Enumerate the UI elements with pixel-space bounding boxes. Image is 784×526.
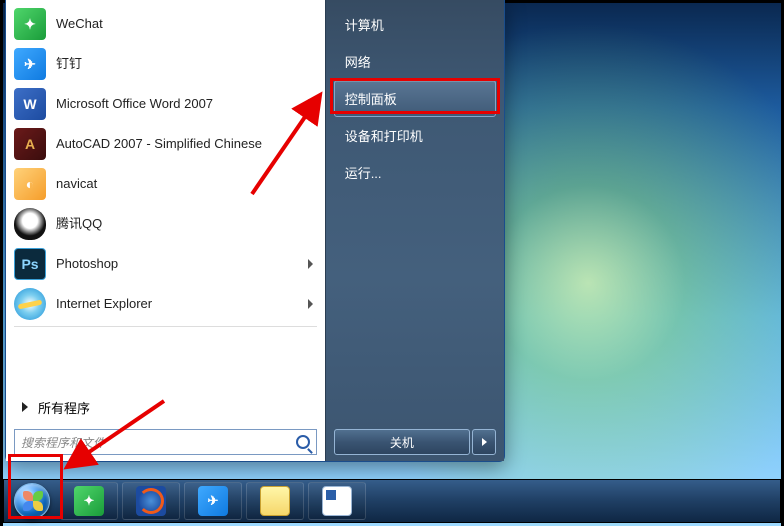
shutdown-button[interactable]: 关机	[334, 429, 470, 455]
program-item-word[interactable]: W Microsoft Office Word 2007	[8, 84, 323, 124]
taskbar-dingtalk[interactable]: ✈	[184, 482, 242, 520]
right-item-label: 运行...	[345, 166, 382, 181]
program-label: Photoshop	[56, 256, 298, 272]
shutdown-label: 关机	[390, 434, 414, 451]
program-label: 钉钉	[56, 56, 317, 72]
program-label: WeChat	[56, 16, 317, 32]
right-item-devices-printers[interactable]: 设备和打印机	[334, 117, 496, 154]
program-label: Microsoft Office Word 2007	[56, 96, 298, 112]
qq-icon	[14, 208, 46, 240]
program-item-photoshop[interactable]: Ps Photoshop	[8, 244, 323, 284]
taskbar-word-doc[interactable]	[308, 482, 366, 520]
program-label: navicat	[56, 176, 317, 192]
wechat-icon: ✦	[74, 486, 104, 516]
word-icon: W	[14, 88, 46, 120]
photoshop-icon: Ps	[14, 248, 46, 280]
start-button[interactable]	[8, 481, 56, 521]
right-item-label: 控制面板	[345, 92, 397, 107]
taskbar-wechat[interactable]: ✦	[60, 482, 118, 520]
start-menu: ✦ WeChat ✈ 钉钉 W Microsoft Office Word 20…	[5, 0, 505, 462]
right-item-network[interactable]: 网络	[334, 43, 496, 80]
autocad-icon: A	[14, 128, 46, 160]
ie-icon	[14, 288, 46, 320]
program-item-ie[interactable]: Internet Explorer	[8, 284, 323, 324]
taskbar: ✦ ✈	[3, 479, 781, 523]
program-item-navicat[interactable]: ◐ navicat	[8, 164, 323, 204]
program-item-autocad[interactable]: A AutoCAD 2007 - Simplified Chinese	[8, 124, 323, 164]
doc-icon	[322, 486, 352, 516]
windows-logo-icon	[14, 483, 50, 519]
taskbar-explorer[interactable]	[246, 482, 304, 520]
program-item-dingtalk[interactable]: ✈ 钉钉	[8, 44, 323, 84]
submenu-arrow-icon	[308, 99, 313, 109]
program-item-wechat[interactable]: ✦ WeChat	[8, 4, 323, 44]
program-item-qq[interactable]: 腾讯QQ	[8, 204, 323, 244]
right-item-label: 设备和打印机	[345, 129, 423, 144]
navicat-icon: ◐	[14, 168, 46, 200]
all-programs-label: 所有程序	[38, 398, 90, 417]
right-item-control-panel[interactable]: 控制面板	[334, 80, 496, 117]
chevron-right-icon	[22, 402, 28, 412]
right-item-computer[interactable]: 计算机	[334, 6, 496, 43]
search-icon	[296, 435, 310, 449]
chevron-right-icon	[482, 438, 487, 446]
divider	[14, 326, 317, 327]
right-item-label: 网络	[345, 55, 371, 70]
taskbar-firefox[interactable]	[122, 482, 180, 520]
shutdown-row: 关机	[334, 429, 496, 455]
start-menu-left-panel: ✦ WeChat ✈ 钉钉 W Microsoft Office Word 20…	[6, 0, 325, 461]
firefox-icon	[136, 486, 166, 516]
right-item-run[interactable]: 运行...	[334, 154, 496, 191]
start-menu-right-panel: 计算机 网络 控制面板 设备和打印机 运行... 关机	[325, 0, 504, 461]
dingtalk-icon: ✈	[198, 486, 228, 516]
right-item-label: 计算机	[345, 18, 384, 33]
program-label: Internet Explorer	[56, 296, 298, 312]
program-label: AutoCAD 2007 - Simplified Chinese	[56, 136, 317, 152]
wechat-icon: ✦	[14, 8, 46, 40]
all-programs-button[interactable]: 所有程序	[8, 391, 323, 423]
folder-icon	[260, 486, 290, 516]
submenu-arrow-icon	[308, 299, 313, 309]
search-placeholder: 搜索程序和文件	[21, 434, 105, 451]
submenu-arrow-icon	[308, 259, 313, 269]
dingtalk-icon: ✈	[14, 48, 46, 80]
program-label: 腾讯QQ	[56, 216, 317, 232]
search-input[interactable]: 搜索程序和文件	[14, 429, 317, 455]
shutdown-options-button[interactable]	[472, 429, 496, 455]
